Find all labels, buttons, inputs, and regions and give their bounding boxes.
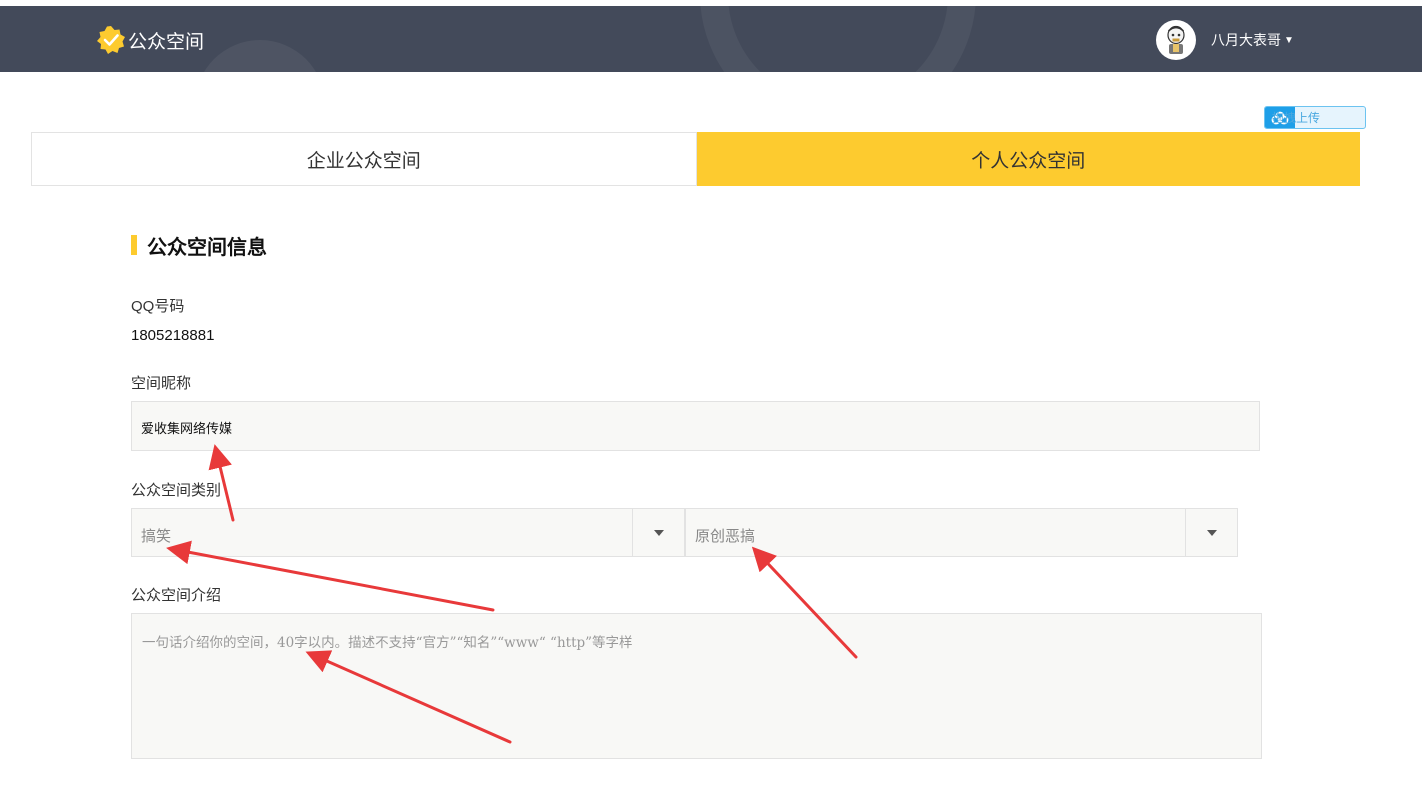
category-secondary-value: 原创恶搞 xyxy=(695,528,756,545)
tab-enterprise-space[interactable]: 企业公众空间 xyxy=(31,132,697,186)
drag-upload-label: 拖拽上传 xyxy=(1272,111,1321,125)
brand-logo[interactable]: 公众空间 xyxy=(96,26,204,54)
section-title: 公众空间信息 xyxy=(131,234,267,259)
caret-down-icon[interactable]: ▼ xyxy=(1284,35,1294,46)
username[interactable]: 八月大表哥 xyxy=(1211,30,1281,50)
nickname-value: 爱收集网络传媒 xyxy=(141,421,233,436)
chevron-down-icon xyxy=(653,529,664,536)
section-accent-bar xyxy=(131,235,137,255)
avatar[interactable] xyxy=(1156,20,1196,60)
intro-textarea[interactable]: 一句话介绍你的空间，40字以内。描述不支持“官方”“知名”“www“ “http… xyxy=(131,613,1262,759)
category-label: 公众空间类别 xyxy=(131,482,222,499)
category-primary-value: 搞笑 xyxy=(141,528,172,545)
category-primary-select[interactable]: 搞笑 xyxy=(131,508,685,557)
dropdown-arrow[interactable] xyxy=(632,509,684,556)
header-decoration xyxy=(195,40,325,72)
nickname-field[interactable]: 爱收集网络传媒 xyxy=(131,401,1260,451)
header-decoration xyxy=(700,6,976,72)
qq-value: 1805218881 xyxy=(131,327,215,344)
cartoon-avatar-icon xyxy=(1159,23,1193,57)
section-title-text: 公众空间信息 xyxy=(147,236,267,259)
chevron-down-icon xyxy=(1206,529,1217,536)
nickname-label: 空间昵称 xyxy=(131,375,192,392)
top-header: 公众空间 八月大表哥 ▼ xyxy=(0,6,1422,72)
check-badge-icon xyxy=(97,26,125,54)
drag-upload-button[interactable]: 拖拽上传 xyxy=(1264,106,1366,129)
dropdown-arrow[interactable] xyxy=(1185,509,1237,556)
user-menu[interactable]: 八月大表哥 ▼ xyxy=(1156,20,1294,60)
intro-placeholder: 一句话介绍你的空间，40字以内。描述不支持“官方”“知名”“www“ “http… xyxy=(142,635,633,651)
qq-label: QQ号码 xyxy=(131,298,185,315)
tab-personal-space[interactable]: 个人公众空间 xyxy=(696,132,1360,186)
intro-label: 公众空间介绍 xyxy=(131,587,222,604)
space-type-tabs: 企业公众空间 个人公众空间 xyxy=(31,132,1360,186)
category-secondary-select[interactable]: 原创恶搞 xyxy=(685,508,1238,557)
brand-name: 公众空间 xyxy=(128,31,205,53)
